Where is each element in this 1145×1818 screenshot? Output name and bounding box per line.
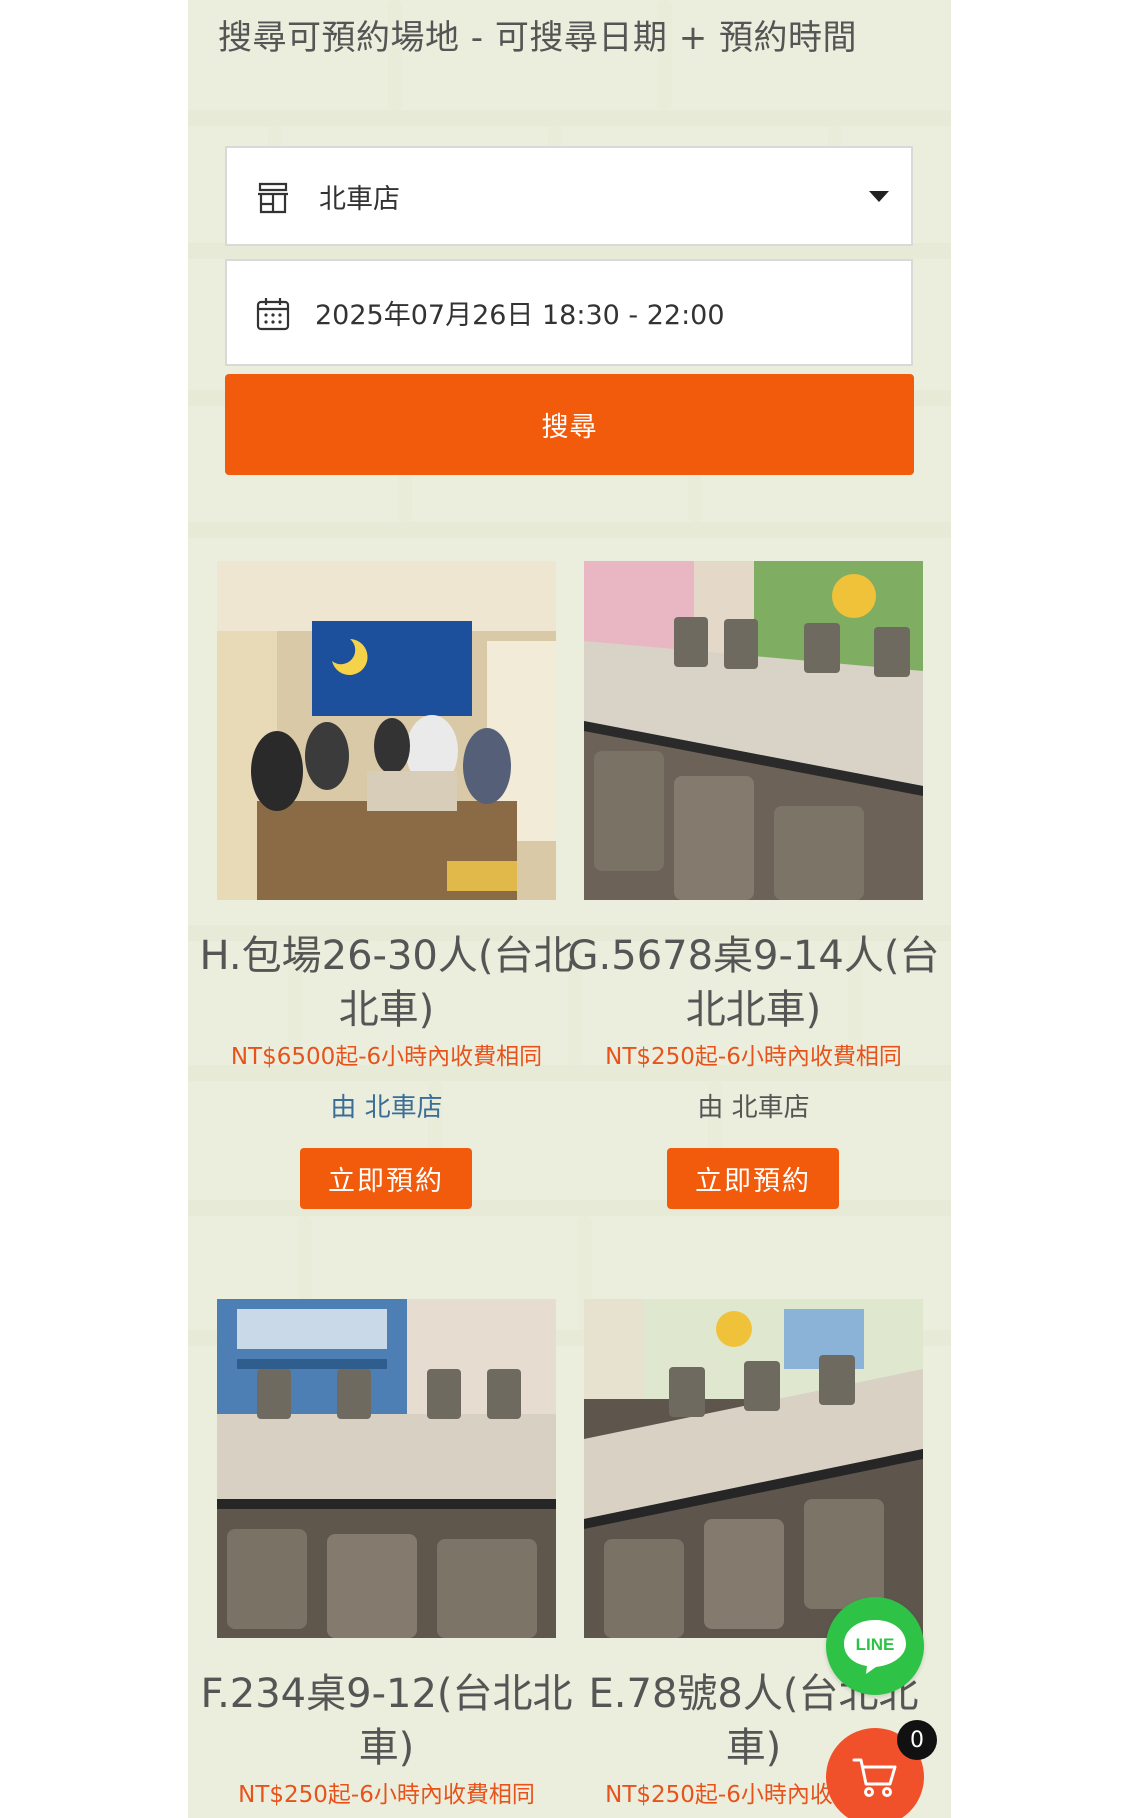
page: 搜尋可預約場地 - 可搜尋日期 + 預約時間 北車店 2025年07月26日 1… xyxy=(0,0,1145,1818)
venue-photo[interactable] xyxy=(217,561,556,900)
venue-price: NT$250起-6小時內收費相同 xyxy=(605,1044,902,1070)
line-chat-button[interactable]: LINE xyxy=(826,1597,924,1695)
venue-price: NT$6500起-6小時內收費相同 xyxy=(230,1044,543,1070)
cart-count-badge: 0 xyxy=(897,1720,937,1760)
page-title: 搜尋可預約場地 - 可搜尋日期 + 預約時間 xyxy=(218,18,857,58)
store-select-value: 北車店 xyxy=(319,183,400,215)
book-now-button[interactable]: 立即預約 xyxy=(300,1148,472,1209)
store-icon xyxy=(255,180,291,216)
venue-photo[interactable] xyxy=(584,1299,923,1638)
datetime-field[interactable]: 2025年07月26日 18:30 - 22:00 xyxy=(225,259,913,366)
venue-title[interactable]: G.5678桌9-14人(台北北車) xyxy=(564,929,943,1037)
caret-down-icon[interactable] xyxy=(869,191,889,202)
venue-title[interactable]: H.包場26-30人(台北北車) xyxy=(197,929,576,1037)
cart-icon xyxy=(852,1758,897,1797)
book-now-button[interactable]: 立即預約 xyxy=(667,1148,839,1209)
venue-vendor[interactable]: 由 北車店 xyxy=(584,1087,923,1124)
venue-photo[interactable] xyxy=(584,561,923,900)
venue-vendor[interactable]: 由 北車店 xyxy=(217,1087,556,1124)
store-select[interactable]: 北車店 xyxy=(225,146,913,246)
line-label: LINE xyxy=(856,1635,895,1654)
venue-price: NT$250起-6小時內收費相同 xyxy=(238,1782,535,1808)
venue-photo[interactable] xyxy=(217,1299,556,1638)
search-button[interactable]: 搜尋 xyxy=(225,374,914,475)
line-chat-icon: LINE xyxy=(844,1620,906,1674)
venue-title[interactable]: F.234桌9-12(台北北車) xyxy=(197,1667,576,1775)
datetime-value: 2025年07月26日 18:30 - 22:00 xyxy=(315,300,725,331)
calendar-icon xyxy=(255,296,291,332)
